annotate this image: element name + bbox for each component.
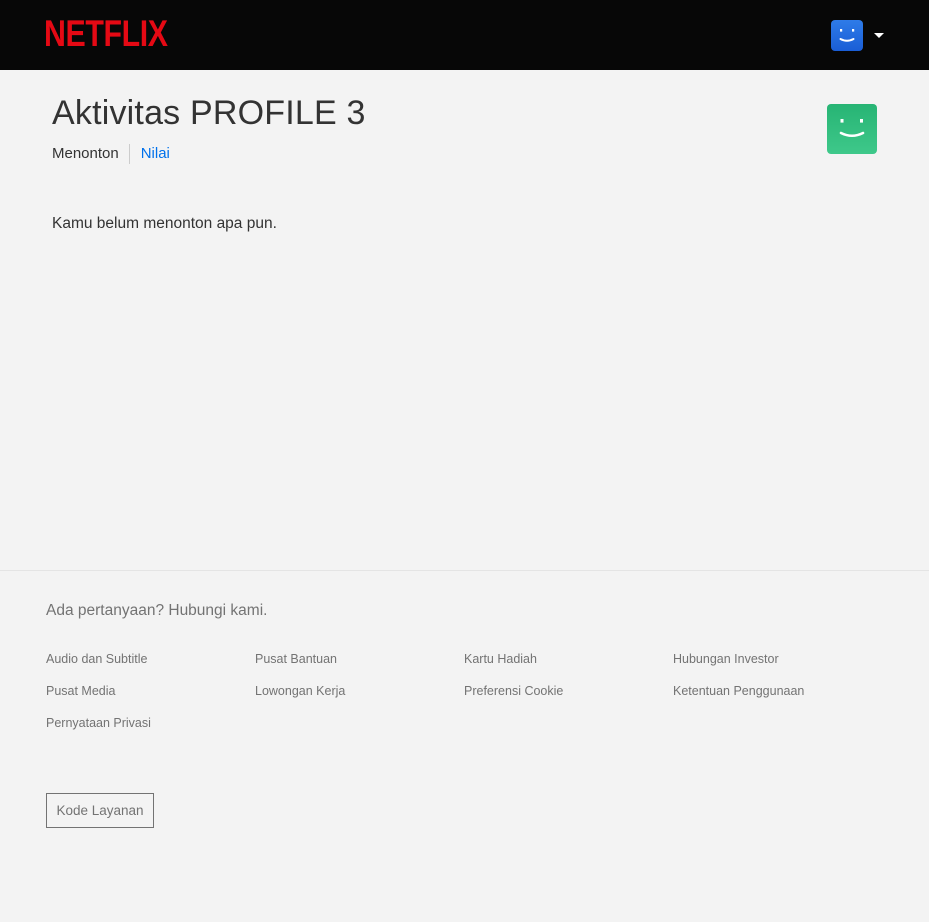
activity-tabs: Menonton Nilai	[52, 143, 170, 165]
smiley-avatar-icon[interactable]	[831, 20, 863, 51]
footer-links: Audio dan Subtitle Pusat Bantuan Kartu H…	[46, 651, 882, 731]
netflix-logo[interactable]: NETFLIX	[44, 14, 195, 54]
smiley-avatar-icon	[827, 104, 877, 154]
footer-link-jobs[interactable]: Lowongan Kerja	[255, 683, 464, 699]
footer-link-cookie-preferences[interactable]: Preferensi Cookie	[464, 683, 673, 699]
page-title: Aktivitas PROFILE 3	[52, 94, 366, 132]
service-code-button[interactable]: Kode Layanan	[46, 793, 154, 828]
footer-link-investor-relations[interactable]: Hubungan Investor	[673, 651, 882, 667]
account-menu[interactable]	[831, 20, 884, 51]
caret-down-icon[interactable]	[874, 33, 884, 38]
footer-link-help-center[interactable]: Pusat Bantuan	[255, 651, 464, 667]
footer-link-audio-subtitle[interactable]: Audio dan Subtitle	[46, 651, 255, 667]
footer-link-privacy[interactable]: Pernyataan Privasi	[46, 715, 255, 731]
logo-text: NETFLIX	[44, 13, 168, 54]
footer-link-gift-cards[interactable]: Kartu Hadiah	[464, 651, 673, 667]
footer-link-terms-of-use[interactable]: Ketentuan Penggunaan	[673, 683, 882, 699]
footer-link-media-center[interactable]: Pusat Media	[46, 683, 255, 699]
empty-activity-message: Kamu belum menonton apa pun.	[52, 215, 277, 232]
footer-divider	[0, 570, 929, 571]
tab-watching[interactable]: Menonton	[52, 144, 130, 164]
contact-link[interactable]: Ada pertanyaan? Hubungi kami.	[46, 602, 267, 620]
top-navigation-bar: NETFLIX	[0, 0, 929, 70]
tab-rating[interactable]: Nilai	[130, 144, 170, 164]
